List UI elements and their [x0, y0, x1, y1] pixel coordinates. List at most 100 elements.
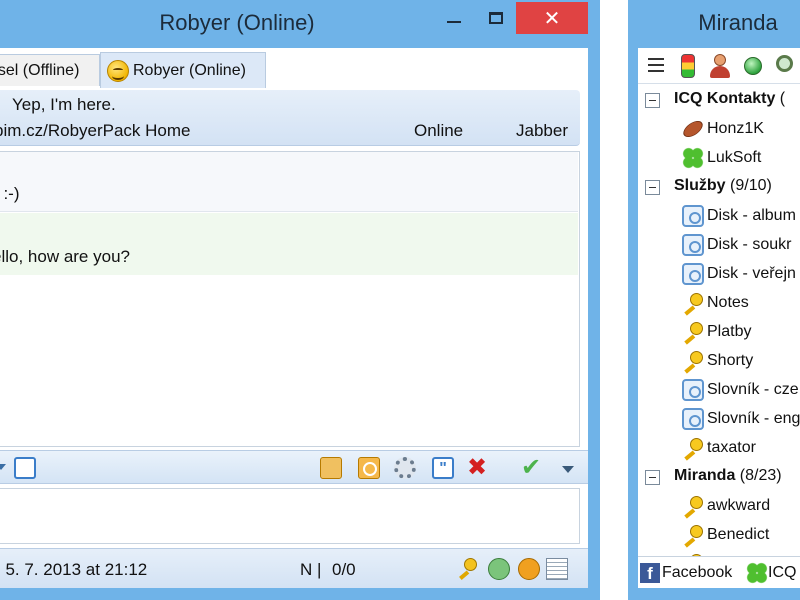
- contact-item[interactable]: Notes: [638, 288, 800, 317]
- contact-item[interactable]: Platby: [638, 317, 800, 346]
- jabber-icon: [682, 263, 704, 285]
- contact-protocol: Jabber: [516, 121, 568, 140]
- key-icon: [682, 350, 704, 374]
- contact-name: taxator: [707, 439, 756, 456]
- group-miranda[interactable]: Miranda (8/23): [638, 462, 800, 491]
- send-checkmark-icon[interactable]: ✔: [520, 456, 542, 480]
- contact-item[interactable]: Honz1K: [638, 114, 800, 143]
- contact-list-title: Miranda: [698, 10, 778, 35]
- contact-name: Slovník - eng: [707, 410, 800, 427]
- quote-icon[interactable]: ": [432, 457, 454, 479]
- contact-item[interactable]: Shorty: [638, 346, 800, 375]
- tab-robyer[interactable]: Robyer (Online): [100, 52, 266, 88]
- minimize-button[interactable]: [436, 2, 472, 34]
- desktop-gap: [600, 0, 628, 600]
- secure-status-icon[interactable]: [488, 558, 510, 580]
- typing-notify-icon[interactable]: [518, 558, 540, 580]
- collapse-icon[interactable]: [645, 180, 660, 195]
- maximize-icon: [489, 12, 503, 24]
- contact-item[interactable]: Slovník - eng: [638, 404, 800, 433]
- collapse-icon[interactable]: [645, 470, 660, 485]
- contact-name: Shorty: [707, 352, 754, 369]
- contact-item[interactable]: LukSoft: [638, 143, 800, 172]
- contact-info-bar: Yep, I'm here. bim.cz/RobyerPack Home On…: [0, 90, 580, 146]
- chat-titlebar[interactable]: Robyer (Online) ✕: [0, 0, 600, 48]
- contact-name: LukSoft: [707, 149, 762, 166]
- contact-name: Notes: [707, 294, 749, 311]
- facebook-icon[interactable]: f: [640, 563, 660, 583]
- contact-item[interactable]: Disk - album: [638, 201, 800, 230]
- message-input[interactable]: [0, 488, 580, 544]
- football-icon: [680, 117, 706, 141]
- contact-status: Online: [414, 121, 464, 140]
- input-mode: N |: [300, 560, 322, 579]
- key-icon: [682, 321, 704, 345]
- contact-item[interactable]: Disk - veřejn: [638, 259, 800, 288]
- collapse-icon[interactable]: [645, 93, 660, 108]
- jabber-icon: [682, 234, 704, 256]
- clover-icon[interactable]: [746, 562, 768, 584]
- tab-label: ösel (Offline): [0, 61, 80, 79]
- contact-item[interactable]: Disk - soukr: [638, 230, 800, 259]
- contact-item[interactable]: Benedict: [638, 520, 800, 549]
- status-traffic-light-icon[interactable]: [681, 54, 695, 78]
- smiley-icon: [107, 59, 129, 82]
- history-book-icon[interactable]: [14, 457, 36, 479]
- key-icon: [682, 495, 704, 519]
- search-icon[interactable]: [774, 54, 798, 78]
- contact-item[interactable]: Slovník - cze: [638, 375, 800, 404]
- gear-icon[interactable]: [394, 457, 416, 479]
- group-icq[interactable]: ICQ Kontakty (: [638, 85, 800, 114]
- contact-name: Honz1K: [707, 120, 764, 137]
- icq-label[interactable]: ICQ: [768, 564, 796, 582]
- homepage-link[interactable]: bim.cz/RobyerPack Home: [0, 121, 191, 141]
- contact-list-body: ICQ Kontakty ( Honz1K LukSoft Služby (9/…: [638, 48, 800, 588]
- message-item: ! :-): [0, 152, 578, 212]
- menu-icon[interactable]: [648, 58, 664, 72]
- close-button[interactable]: ✕: [516, 2, 588, 34]
- key-icon[interactable]: [458, 558, 480, 580]
- contact-item[interactable]: awkward: [638, 491, 800, 520]
- chat-status-bar: : 5. 7. 2013 at 21:12 N | 0/0: [0, 548, 588, 588]
- character-count: 0/0: [332, 560, 356, 579]
- message-item: ello, how are you?: [0, 213, 578, 275]
- cancel-icon[interactable]: ✖: [466, 456, 488, 480]
- jabber-icon: [682, 379, 704, 401]
- contact-name: Disk - album: [707, 207, 796, 224]
- tab-label: Robyer (Online): [133, 61, 246, 79]
- clock-icon[interactable]: [358, 457, 380, 479]
- key-icon: [682, 292, 704, 316]
- online-status-icon[interactable]: [744, 57, 762, 75]
- contact-list-toolbar: [638, 48, 800, 84]
- chat-window-title: Robyer (Online): [159, 10, 315, 35]
- message-toolbar: " ✖ ✔: [0, 450, 588, 484]
- jabber-icon: [682, 205, 704, 227]
- key-icon: [682, 437, 704, 461]
- close-icon: ✕: [543, 7, 561, 30]
- maximize-button[interactable]: [478, 2, 514, 34]
- send-options-chevron-icon[interactable]: [562, 466, 574, 473]
- key-icon: [682, 524, 704, 548]
- group-label: Miranda (8/23): [674, 467, 782, 484]
- group-label: ICQ Kontakty (: [674, 90, 786, 107]
- tab-offline-contact[interactable]: ösel (Offline): [0, 54, 100, 86]
- contact-details-icon[interactable]: [320, 457, 342, 479]
- facebook-label[interactable]: Facebook: [662, 564, 732, 582]
- contact-name: Benedict: [707, 526, 770, 543]
- contact-list-window: Miranda ICQ Kontakty ( Honz1K LukSoft Sl…: [628, 0, 800, 600]
- chat-body: ösel (Offline) Robyer (Online) Yep, I'm …: [0, 48, 588, 588]
- group-label: Služby (9/10): [674, 177, 772, 194]
- contact-name: Disk - soukr: [707, 236, 792, 253]
- group-sluzby[interactable]: Služby (9/10): [638, 172, 800, 201]
- contact-name: awkward: [707, 497, 771, 514]
- jabber-icon: [682, 408, 704, 430]
- chevron-down-icon[interactable]: [0, 464, 6, 470]
- contact-name: Slovník - cze: [707, 381, 799, 398]
- last-message-time: : 5. 7. 2013 at 21:12: [0, 560, 148, 579]
- user-icon[interactable]: [708, 54, 732, 78]
- contact-item[interactable]: taxator: [638, 433, 800, 462]
- message-log[interactable]: ! :-) ello, how are you?: [0, 151, 580, 447]
- protocol-bar: f Facebook ICQ: [638, 556, 800, 588]
- minimize-icon: [447, 21, 461, 23]
- list-icon[interactable]: [546, 558, 568, 580]
